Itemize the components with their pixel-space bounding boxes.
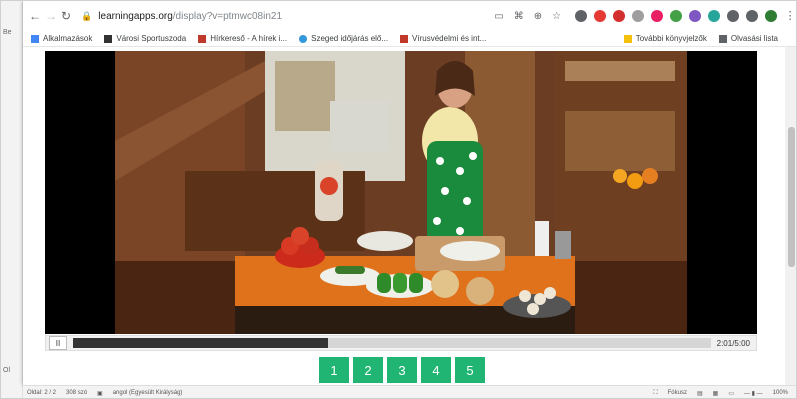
page-button-5[interactable]: 5: [455, 357, 485, 383]
reload-icon: ↻: [61, 9, 72, 23]
language-label[interactable]: angol (Egyesült Királyság): [113, 390, 183, 396]
video-frame: [115, 51, 687, 334]
focus-label[interactable]: Fókusz: [668, 390, 687, 396]
folder-icon: [623, 34, 632, 43]
extension-icon[interactable]: [670, 10, 683, 22]
reading-list-icon: [718, 34, 727, 43]
browser-toolbar: ← → ↻ 🔒 learningapps.org /display?v=ptmw…: [23, 1, 796, 31]
extension-icon[interactable]: [575, 10, 588, 22]
bookmark-favicon-icon: [198, 34, 207, 43]
bookmark-item[interactable]: Szeged időjárás elő...: [299, 34, 388, 43]
page-count: Oldal: 2 / 2: [27, 390, 57, 396]
page-selector: 1 2 3 4 5: [319, 357, 485, 383]
page-button-2[interactable]: 2: [353, 357, 383, 383]
page-button-3[interactable]: 3: [387, 357, 417, 383]
extension-icon[interactable]: [708, 10, 721, 22]
page-content: II 2:01/5:00 1 2 3 4 5: [23, 47, 796, 385]
scrollbar-thumb[interactable]: [788, 127, 795, 267]
extension-icon[interactable]: [613, 10, 626, 22]
zoom-icon[interactable]: ⊕: [534, 11, 542, 22]
read-mode-icon[interactable]: ▤: [697, 390, 703, 397]
bookmark-apps[interactable]: Alkalmazások: [31, 34, 92, 43]
bookmark-item[interactable]: Városi Sportuszoda: [104, 34, 186, 43]
extension-icon[interactable]: [689, 10, 702, 22]
reload-button[interactable]: ↻: [61, 7, 71, 25]
screen: Be Ol ← → ↻ 🔒 learningapps.org /display?…: [0, 0, 797, 399]
bookmark-favicon-icon: [104, 34, 113, 43]
extensions-area: ⋮: [575, 10, 796, 22]
vertical-scrollbar[interactable]: [785, 47, 796, 385]
lock-icon: 🔒: [81, 10, 93, 21]
pause-button[interactable]: II: [49, 336, 67, 350]
forward-button[interactable]: →: [45, 7, 57, 25]
bookmark-favicon-icon: [299, 34, 308, 43]
proofing-icon[interactable]: ▣: [97, 390, 103, 397]
bookmark-reading-list[interactable]: Olvasási lista: [718, 34, 778, 43]
focus-icon[interactable]: ⛶: [653, 390, 657, 397]
zoom-level: 100%: [772, 390, 788, 396]
qr-icon[interactable]: ⌘: [514, 11, 524, 22]
page-button-4[interactable]: 4: [421, 357, 451, 383]
video-progress-bar[interactable]: [73, 338, 711, 348]
opera-icon[interactable]: [594, 10, 607, 22]
video-progress-fill: [73, 338, 329, 348]
background-document-window: Be Ol: [1, 1, 23, 398]
address-bar[interactable]: 🔒 learningapps.org /display?v=ptmwc08in2…: [81, 5, 561, 27]
avatar[interactable]: [765, 10, 778, 22]
browser-window: ← → ↻ 🔒 learningapps.org /display?v=ptmw…: [23, 1, 796, 385]
bookmark-item[interactable]: Hírkereső - A hírek i...: [198, 34, 287, 43]
menu-dots-icon[interactable]: ⋮: [784, 10, 796, 22]
extension-icon[interactable]: [651, 10, 664, 22]
background-label: Ol: [3, 367, 10, 374]
cast-icon[interactable]: ▭: [494, 11, 503, 22]
video-controls: II 2:01/5:00: [45, 335, 757, 351]
zoom-slider[interactable]: — ▮ —: [744, 390, 763, 397]
web-layout-icon[interactable]: ▭: [728, 390, 734, 397]
document-status-bar: Oldal: 2 / 2 308 szó ▣ angol (Egyesült K…: [23, 385, 796, 398]
back-button[interactable]: ←: [29, 7, 41, 25]
print-layout-icon[interactable]: ▦: [713, 390, 719, 397]
bookmarks-bar: Alkalmazások Városi Sportuszoda Hírkeres…: [23, 31, 796, 47]
puzzle-icon[interactable]: [727, 10, 740, 22]
arrow-left-icon: ←: [29, 9, 41, 23]
shield-icon: [400, 34, 409, 43]
star-icon[interactable]: ☆: [552, 11, 561, 22]
arrow-right-icon: →: [45, 9, 57, 23]
url-host: learningapps.org: [98, 10, 173, 22]
word-count: 308 szó: [66, 390, 88, 396]
apps-grid-icon: [31, 34, 39, 43]
video-player[interactable]: [45, 51, 757, 334]
pause-icon: II: [55, 338, 61, 348]
url-path: /display?v=ptmwc08in21: [172, 10, 283, 22]
bookmark-item[interactable]: Vírusvédelmi és int...: [400, 34, 486, 43]
playlist-icon[interactable]: [746, 10, 759, 22]
extension-icon[interactable]: [632, 10, 645, 22]
page-button-1[interactable]: 1: [319, 357, 349, 383]
background-label: Be: [3, 29, 12, 36]
bookmark-other[interactable]: További könyvjelzők: [623, 34, 707, 43]
video-time: 2:01/5:00: [716, 338, 750, 348]
